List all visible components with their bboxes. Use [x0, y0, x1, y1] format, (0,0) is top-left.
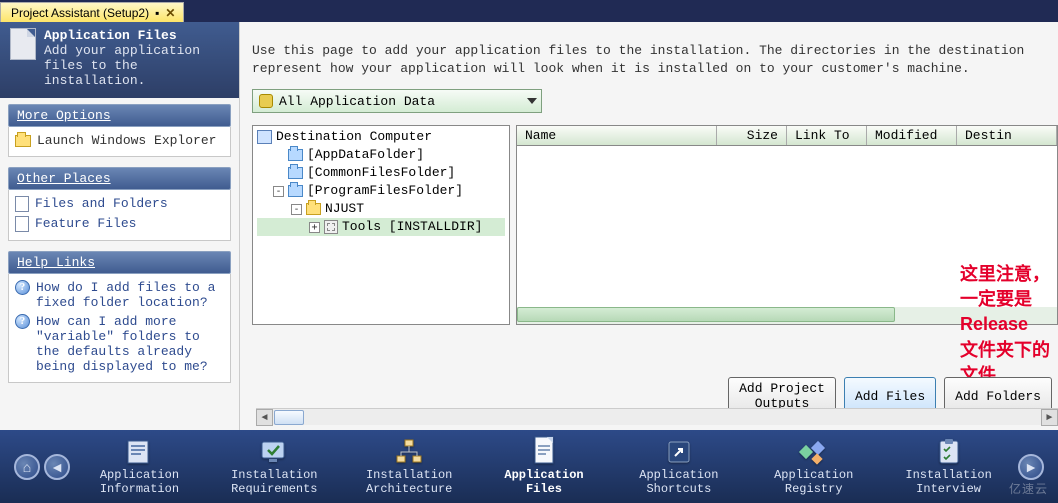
close-icon[interactable]: ✕	[165, 6, 175, 20]
tree-node-commonfiles[interactable]: [CommonFilesFolder]	[257, 164, 505, 182]
dropdown-value: All Application Data	[279, 94, 435, 109]
scrollbar-thumb[interactable]	[274, 410, 304, 425]
tab-project-assistant[interactable]: Project Assistant (Setup2) ▪ ✕	[0, 2, 184, 22]
sidebar-header: Application Files Add your application f…	[0, 22, 239, 98]
annotation-text: 这里注意，一定要是Release 文件夹下的文件	[960, 262, 1058, 388]
main-panel: Use this page to add your application fi…	[240, 22, 1058, 430]
notepad-icon	[122, 437, 156, 467]
database-icon	[259, 94, 273, 108]
bottom-nav: ⌂ ◄ Application Information Installation…	[0, 430, 1058, 503]
nav-back-button[interactable]: ◄	[44, 454, 70, 480]
tree-node-njust[interactable]: - NJUST	[257, 200, 505, 218]
sidebar-header-title: Application Files	[44, 28, 229, 43]
tree-icon	[392, 437, 426, 467]
nav-item-installation-interview[interactable]: Installation Interview	[883, 437, 1014, 497]
folder-icon	[306, 203, 321, 215]
collapse-icon[interactable]: -	[291, 204, 302, 215]
folder-icon	[15, 135, 31, 147]
folder-icon	[288, 185, 303, 197]
registry-icon	[797, 437, 831, 467]
folder-icon	[288, 149, 303, 161]
doc-icon	[15, 196, 29, 212]
chevron-down-icon	[527, 98, 537, 104]
sidebar-item-help-variable-folders[interactable]: How can I add more "variable" folders to…	[13, 312, 226, 376]
nav-item-application-shortcuts[interactable]: Application Shortcuts	[613, 437, 744, 497]
nav-home-button[interactable]: ⌂	[14, 454, 40, 480]
help-icon	[15, 280, 30, 295]
section-other-places: Other Places Files and Folders Feature F…	[8, 167, 231, 241]
nav-forward-button[interactable]: ►	[1018, 454, 1044, 480]
tab-title: Project Assistant (Setup2)	[11, 6, 149, 20]
col-modified[interactable]: Modified	[867, 126, 957, 145]
page-icon	[527, 437, 561, 467]
watermark: 亿速云	[1009, 480, 1048, 497]
tree-node-programfiles[interactable]: - [ProgramFilesFolder]	[257, 182, 505, 200]
monitor-check-icon	[257, 437, 291, 467]
sidebar: Application Files Add your application f…	[0, 22, 240, 430]
col-destination[interactable]: Destin	[957, 126, 1057, 145]
main-horizontal-scrollbar[interactable]: ◄ ►	[256, 408, 1058, 425]
tree-node-tools-installdir[interactable]: + Tools [INSTALLDIR]	[257, 218, 505, 236]
doc-icon	[15, 216, 29, 232]
sidebar-item-launch-explorer[interactable]: Launch Windows Explorer	[13, 131, 226, 150]
pin-icon[interactable]: ▪	[155, 6, 159, 20]
nav-item-application-files[interactable]: Application Files	[479, 437, 610, 497]
section-title-help-links[interactable]: Help Links	[8, 251, 231, 274]
application-data-dropdown[interactable]: All Application Data	[252, 89, 542, 113]
tree-root[interactable]: Destination Computer	[257, 128, 505, 146]
col-link[interactable]: Link To	[787, 126, 867, 145]
help-icon	[15, 314, 30, 329]
scroll-left-icon[interactable]: ◄	[256, 409, 273, 426]
sidebar-header-desc: Add your application files to the instal…	[44, 43, 200, 88]
clipboard-icon	[932, 437, 966, 467]
page-icon	[10, 28, 36, 60]
collapse-icon[interactable]: -	[273, 186, 284, 197]
sidebar-item-files-and-folders[interactable]: Files and Folders	[13, 194, 226, 214]
computer-icon	[257, 130, 272, 144]
folder-icon	[288, 167, 303, 179]
sidebar-item-feature-files[interactable]: Feature Files	[13, 214, 226, 234]
scroll-right-icon[interactable]: ►	[1041, 409, 1058, 426]
list-header[interactable]: Name Size Link To Modified Destin	[517, 126, 1057, 146]
nav-item-installation-architecture[interactable]: Installation Architecture	[344, 437, 475, 497]
component-icon	[324, 220, 338, 234]
nav-item-installation-requirements[interactable]: Installation Requirements	[209, 437, 340, 497]
col-size[interactable]: Size	[717, 126, 787, 145]
section-title-more-options[interactable]: More Options	[8, 104, 231, 127]
tree-node-appdata[interactable]: [AppDataFolder]	[257, 146, 505, 164]
sidebar-item-help-fixed-folder[interactable]: How do I add files to a fixed folder loc…	[13, 278, 226, 312]
section-help-links: Help Links How do I add files to a fixed…	[8, 251, 231, 383]
col-name[interactable]: Name	[517, 126, 717, 145]
section-title-other-places[interactable]: Other Places	[8, 167, 231, 190]
folder-tree[interactable]: Destination Computer [AppDataFolder] [Co…	[252, 125, 510, 325]
expand-icon[interactable]: +	[309, 222, 320, 233]
shortcut-icon	[662, 437, 696, 467]
nav-item-application-information[interactable]: Application Information	[74, 437, 205, 497]
nav-item-application-registry[interactable]: Application Registry	[748, 437, 879, 497]
scrollbar-thumb[interactable]	[517, 307, 895, 322]
section-more-options: More Options Launch Windows Explorer	[8, 104, 231, 157]
intro-text: Use this page to add your application fi…	[252, 42, 1058, 77]
tab-strip: Project Assistant (Setup2) ▪ ✕	[0, 0, 1058, 22]
